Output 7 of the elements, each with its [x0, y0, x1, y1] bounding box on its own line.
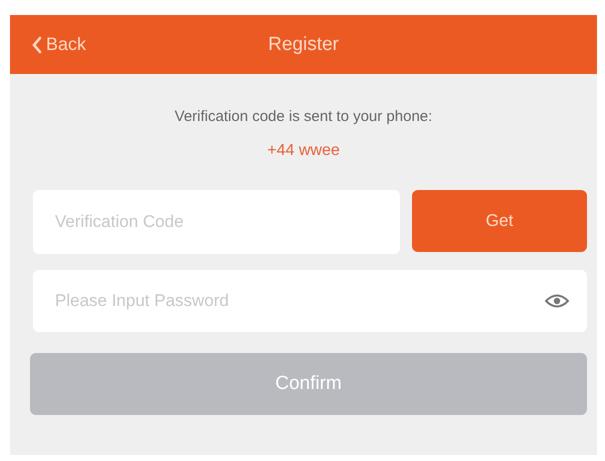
page-title: Register	[268, 34, 339, 56]
chevron-left-icon	[32, 36, 42, 54]
eye-icon[interactable]	[545, 294, 569, 308]
info-message: Verification code is sent to your phone:	[174, 108, 434, 125]
back-button[interactable]: Back	[32, 15, 86, 74]
phone-number: +44 wwee	[266, 142, 341, 160]
get-code-button[interactable]: Get	[412, 190, 587, 252]
